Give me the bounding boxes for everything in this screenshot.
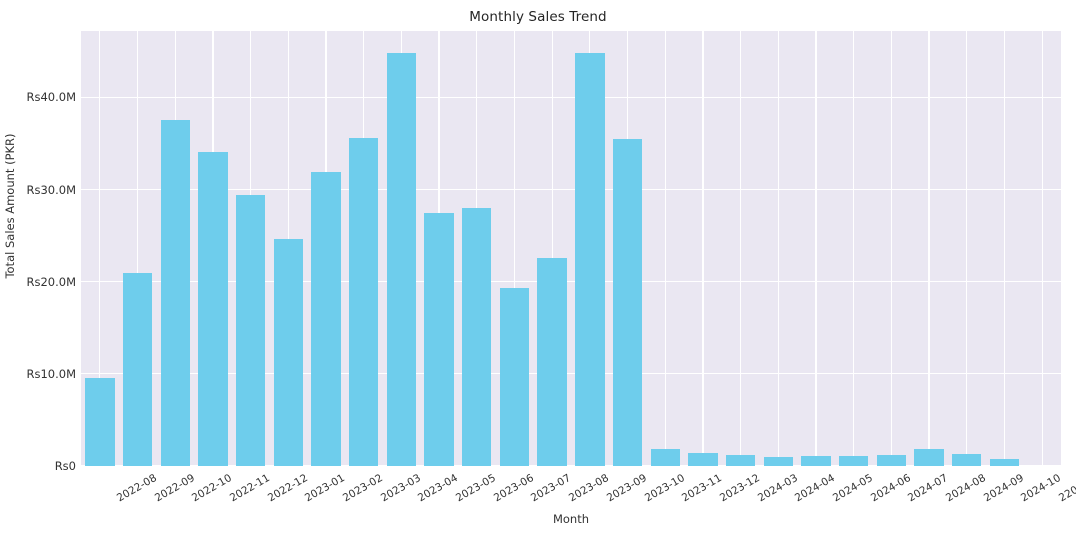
- bar: [348, 137, 379, 466]
- x-axis-tick-label: 2023-09: [604, 472, 649, 505]
- gridline-vertical: [1003, 31, 1006, 466]
- bar: [198, 151, 228, 466]
- gridline-vertical: [739, 31, 742, 466]
- y-axis-tick-label: Rs0: [54, 459, 76, 473]
- bar: [612, 138, 643, 466]
- x-axis-tick-label: 2024-08: [943, 472, 988, 505]
- gridline-vertical: [777, 31, 779, 466]
- x-axis-tick-label: 2024-04: [793, 472, 838, 505]
- bar: [952, 454, 982, 466]
- bar: [122, 273, 153, 466]
- x-axis-label: Month: [552, 512, 590, 526]
- gridline-vertical: [928, 31, 930, 466]
- x-axis-tick-label: 2023-02: [340, 472, 385, 505]
- bar: [575, 53, 605, 466]
- bar: [424, 213, 454, 466]
- x-axis-tick-label: 2023-04: [416, 472, 461, 505]
- x-axis-tick-label: 2024-06: [868, 472, 913, 505]
- bar: [725, 454, 756, 466]
- gridline-vertical: [1041, 31, 1043, 466]
- x-axis-tick-label: 2022-11: [227, 472, 272, 505]
- bar: [499, 288, 530, 466]
- x-axis-tick-label: 2022-12: [265, 472, 310, 505]
- x-axis-tick-label: 2024-03: [755, 472, 800, 505]
- gridline-horizontal: [81, 188, 1061, 191]
- x-axis-tick-label: 2023-12: [717, 472, 762, 505]
- plot-area: [81, 31, 1061, 466]
- x-axis-tick-label: 2024-07: [906, 472, 951, 505]
- bar: [914, 449, 944, 466]
- x-axis-tick-label: 2023-01: [303, 472, 348, 505]
- bar: [688, 453, 718, 466]
- x-axis-tick-label: 2024-05: [830, 472, 875, 505]
- gridline-horizontal: [81, 281, 1061, 283]
- gridline-vertical: [815, 31, 817, 466]
- bar: [273, 239, 303, 466]
- gridline-vertical: [702, 31, 704, 466]
- bar: [801, 455, 831, 466]
- gridline-vertical: [853, 31, 855, 466]
- x-axis-tick-label: 2023-07: [529, 472, 574, 505]
- gridline-vertical: [966, 31, 968, 466]
- x-axis-tick-label: 2023-10: [642, 472, 687, 505]
- x-axis-tick-label: 2022-08: [114, 472, 159, 505]
- x-axis-tick-label: 2023-05: [453, 472, 498, 505]
- gridline-horizontal: [81, 96, 1061, 98]
- y-axis: Total Sales Amount (PKR) Rs0 Rs10.0M Rs20.…: [0, 31, 76, 473]
- bar: [462, 207, 492, 466]
- bar: [160, 120, 190, 466]
- y-axis-tick-label: Rs10.0M: [26, 366, 76, 381]
- y-axis-tick-label: Rs30.0M: [26, 182, 76, 197]
- chart-title: Monthly Sales Trend: [469, 9, 607, 25]
- bar: [763, 456, 793, 466]
- x-axis-tick-label: 2023-03: [378, 472, 423, 505]
- chart-figure: Monthly Sales Trend Total Sales Amount (…: [0, 0, 1076, 540]
- x-axis-tick-label: 2023-08: [567, 472, 612, 505]
- bar: [537, 257, 567, 466]
- gridline-horizontal: [81, 373, 1061, 375]
- bar: [311, 172, 341, 466]
- y-axis-tick-label: Rs20.0M: [26, 274, 76, 289]
- bar: [650, 448, 680, 466]
- x-axis-tick-label: 2023-06: [491, 472, 536, 505]
- bar: [386, 53, 417, 466]
- x-axis-tick-label: 2023-11: [680, 472, 725, 505]
- bar: [989, 458, 1020, 466]
- x-axis-tick-label: 2022-09: [152, 472, 197, 505]
- y-axis-tick-label: Rs40.0M: [26, 90, 76, 105]
- bar: [85, 377, 115, 466]
- gridline-vertical: [664, 31, 666, 466]
- x-axis-tick-label: 2024-10: [1019, 472, 1064, 505]
- gridline-vertical: [890, 31, 893, 466]
- x-axis-tick-label: 2024-09: [981, 472, 1026, 505]
- bar: [235, 195, 266, 466]
- bar: [838, 455, 869, 466]
- bar: [876, 454, 907, 466]
- x-axis-tick-label: 2022-10: [190, 472, 235, 505]
